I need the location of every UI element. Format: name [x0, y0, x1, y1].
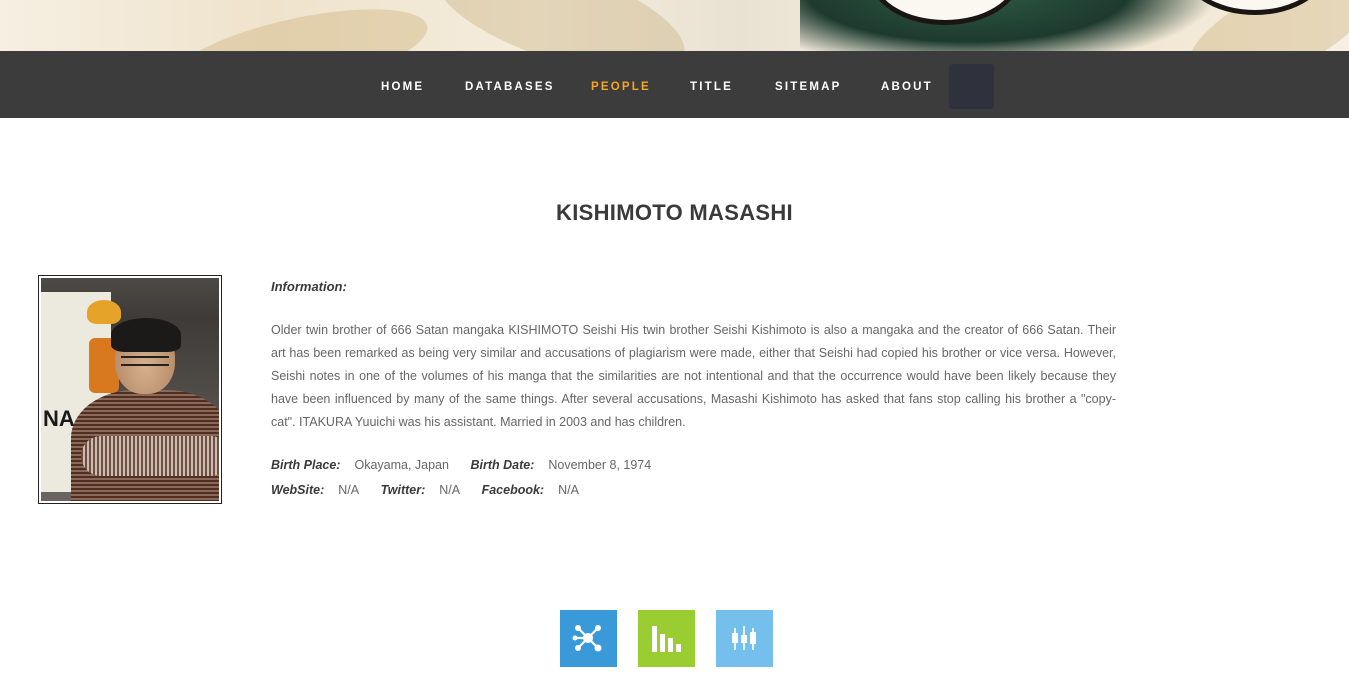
nav-item-people[interactable]: PEOPLE [591, 80, 651, 94]
nav-item-databases[interactable]: DATABASES [465, 80, 555, 94]
facebook-value: N/A [558, 483, 579, 497]
information-heading: Information: [271, 279, 347, 294]
social-info-row: WebSite: N/A Twitter: N/A Facebook: N/A [271, 483, 597, 497]
nav-item-home[interactable]: HOME [381, 80, 424, 94]
nav-item-title[interactable]: TITLE [690, 80, 733, 94]
network-icon [572, 625, 602, 652]
person-photo: NA [38, 275, 222, 504]
nav-item-sitemap[interactable]: SITEMAP [775, 80, 842, 94]
website-label: WebSite: [271, 483, 325, 497]
birth-date-label: Birth Date: [470, 458, 535, 472]
birth-place-label: Birth Place: [271, 458, 341, 472]
stats-tile-button[interactable] [638, 610, 695, 667]
birth-info-row: Birth Place: Okayama, Japan Birth Date: No… [271, 458, 669, 472]
network-tile-button[interactable] [560, 610, 617, 667]
twitter-label: Twitter: [380, 483, 426, 497]
page-title: KISHIMOTO MASASHI [556, 200, 793, 225]
birth-date-value: November 8, 1974 [548, 458, 652, 472]
website-value: N/A [338, 483, 360, 497]
search-button[interactable] [949, 64, 994, 109]
nav-item-about[interactable]: ABOUT [881, 80, 933, 94]
header-banner [0, 0, 1349, 51]
main-nav: HOME DATABASES PEOPLE TITLE SITEMAP ABOU… [0, 51, 1349, 118]
biography-text: Older twin brother of 666 Satan mangaka … [271, 323, 1116, 429]
twitter-value: N/A [439, 483, 461, 497]
candlestick-icon [732, 626, 756, 650]
bar-chart-icon [652, 626, 681, 652]
birth-place-value: Okayama, Japan [354, 458, 449, 472]
facebook-label: Facebook: [481, 483, 545, 497]
trends-tile-button[interactable] [716, 610, 773, 667]
